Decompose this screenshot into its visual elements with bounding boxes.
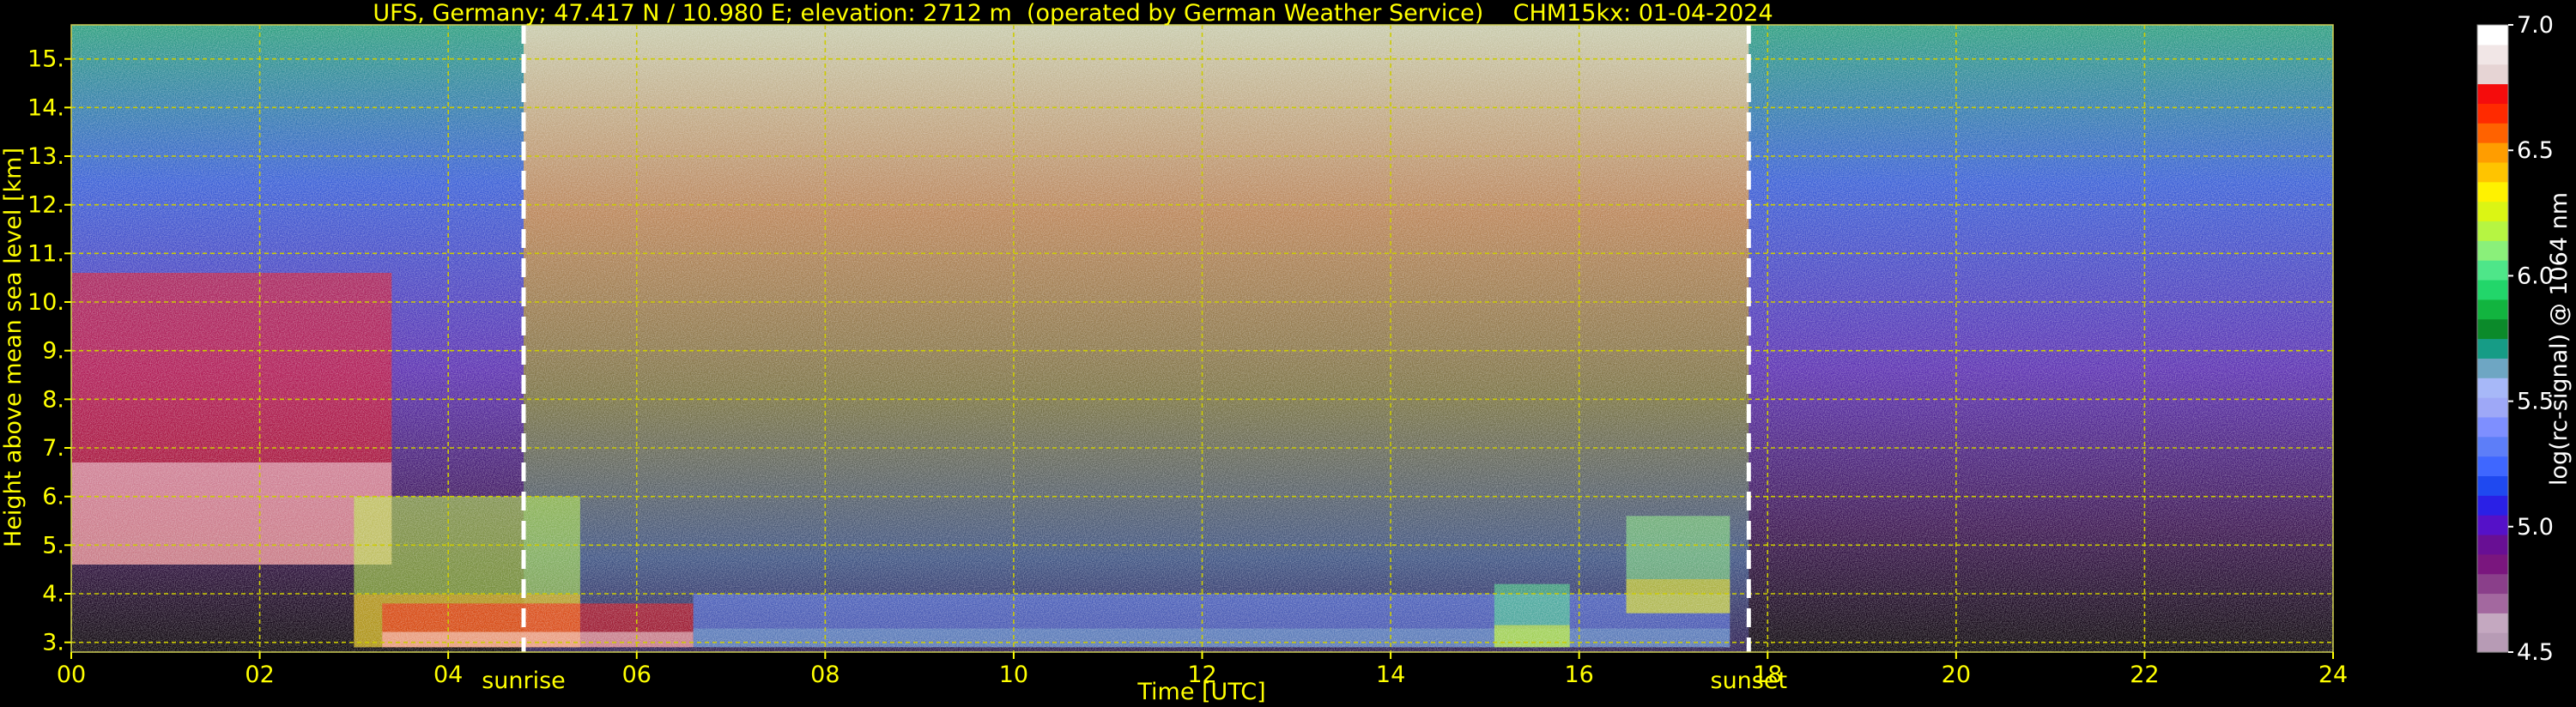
y-tick-label: 10. [27, 289, 64, 316]
colorbar-segment [2477, 475, 2508, 496]
chart-title: UFS, Germany; 47.417 N / 10.980 E; eleva… [373, 0, 1773, 27]
x-tick-label: 10 [999, 662, 1028, 688]
colorbar-segment [2477, 44, 2508, 65]
y-tick-label: 8. [42, 386, 64, 413]
colorbar-segment [2477, 260, 2508, 281]
x-tick-label: 06 [622, 662, 652, 688]
colorbar-segment [2477, 201, 2508, 222]
x-tick-label: 00 [57, 662, 86, 688]
x-tick-label: 22 [2130, 662, 2159, 688]
y-tick-label: 7. [42, 435, 64, 462]
colorbar-segment [2477, 83, 2508, 104]
y-axis-label: Height above mean sea level [km] [0, 148, 27, 547]
colorbar-segment [2477, 299, 2508, 320]
x-tick-label: 24 [2318, 662, 2348, 688]
y-axis-ticks: 3. 4. 5. 6. 7. 8. 9. 10. 11. 12. 13. 14. 15. [27, 46, 71, 656]
colorbar-tick-label: 5.0 [2517, 514, 2554, 541]
colorbar-segment [2477, 573, 2508, 595]
x-axis-label: Time [UTC] [1136, 679, 1265, 705]
colorbar-segment [2477, 613, 2508, 633]
colorbar-segment [2477, 338, 2508, 359]
colorbar-segment [2477, 436, 2508, 457]
colorbar-segment [2477, 123, 2508, 143]
sunrise-label: sunrise [482, 668, 566, 694]
y-tick-label: 13. [27, 143, 64, 170]
x-tick-label: 08 [810, 662, 839, 688]
colorbar-segment [2477, 63, 2508, 85]
y-tick-label: 3. [42, 630, 64, 656]
colorbar-label: log(rc-signal) @ 1064 nm [2546, 192, 2573, 486]
y-tick-label: 12. [27, 192, 64, 219]
x-tick-label: 16 [1564, 662, 1593, 688]
y-tick-label: 11. [27, 240, 64, 267]
colorbar-segment [2477, 103, 2508, 124]
colorbar-segment [2477, 416, 2508, 438]
colorbar-segment [2477, 358, 2508, 378]
colorbar-segment [2477, 318, 2508, 340]
y-tick-label: 9. [42, 338, 64, 365]
colorbar-segment [2477, 534, 2508, 555]
colorbar-segment [2477, 161, 2508, 183]
colorbar-segment [2477, 221, 2508, 241]
colorbar-segment [2477, 25, 2508, 45]
y-tick-label: 15. [27, 46, 64, 73]
colorbar-tick-label: 7.0 [2517, 12, 2554, 39]
sunset-label: sunset [1711, 668, 1788, 694]
colorbar-segment [2477, 279, 2508, 300]
plot-area [71, 25, 2333, 652]
y-tick-label: 4. [42, 581, 64, 607]
colorbar-segment [2477, 240, 2508, 261]
colorbar-segment [2477, 515, 2508, 535]
colorbar-tick-label: 6.5 [2517, 137, 2554, 164]
y-tick-label: 5. [42, 532, 64, 559]
colorbar-tick-label: 4.5 [2517, 639, 2554, 666]
colorbar-segment [2477, 181, 2508, 202]
ceilometer-figure: UFS, Germany; 47.417 N / 10.980 E; eleva… [0, 0, 2573, 705]
colorbar-segment [2477, 632, 2508, 653]
colorbar-segment [2477, 142, 2508, 163]
colorbar-segment [2477, 397, 2508, 418]
x-tick-label: 14 [1376, 662, 1405, 688]
y-tick-label: 14. [27, 94, 64, 121]
colorbar [2476, 24, 2509, 653]
colorbar-segment [2477, 593, 2508, 613]
colorbar-segment [2477, 378, 2508, 398]
colorbar-segment [2477, 456, 2508, 477]
colorbar-segment [2477, 553, 2508, 575]
x-tick-label: 20 [1942, 662, 1971, 688]
x-tick-label: 04 [433, 662, 463, 688]
y-tick-label: 6. [42, 484, 64, 511]
colorbar-segment [2477, 495, 2508, 516]
x-tick-label: 02 [245, 662, 274, 688]
